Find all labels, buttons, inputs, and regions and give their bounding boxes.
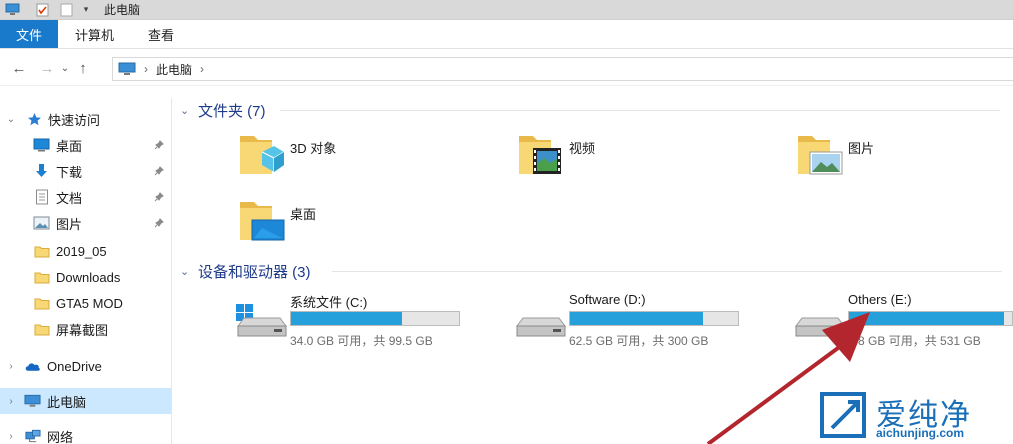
picture-icon bbox=[33, 216, 50, 231]
sidebar-item-label: OneDrive bbox=[47, 358, 102, 374]
this-pc-address-icon bbox=[118, 62, 136, 76]
title-bar: ▾ 此电脑 bbox=[0, 0, 1013, 20]
folder-videos[interactable]: 视频 bbox=[517, 132, 767, 188]
drive-c[interactable]: 系统文件 (C:) 34.0 GB 可用，共 99.5 GB bbox=[234, 292, 474, 348]
pin-icon[interactable] bbox=[153, 139, 165, 151]
sidebar-item-label: 网络 bbox=[47, 429, 74, 444]
breadcrumb-separator-icon[interactable]: › bbox=[144, 62, 148, 76]
desktop-icon bbox=[33, 138, 50, 153]
folders-group-header[interactable]: ⌄ 文件夹 (7) bbox=[180, 99, 266, 121]
hard-drive-icon bbox=[513, 304, 567, 340]
collapsed-chevron-icon[interactable]: › bbox=[6, 431, 16, 442]
videos-folder-icon bbox=[517, 132, 565, 180]
sidebar-item-network[interactable]: › 网络 bbox=[0, 423, 171, 444]
watermark-url: aichunjing.com bbox=[876, 426, 965, 440]
drive-name: Software (D:) bbox=[569, 292, 646, 307]
breadcrumb-chevron-icon[interactable]: › bbox=[200, 62, 204, 76]
folder-label: 视频 bbox=[569, 141, 596, 156]
sidebar-item-2019-05[interactable]: 2019_05 bbox=[0, 238, 171, 264]
watermark-logo: 爱纯净 aichunjing.com bbox=[818, 388, 1013, 444]
collapsed-chevron-icon[interactable]: › bbox=[6, 361, 16, 372]
tab-view[interactable]: 查看 bbox=[131, 20, 191, 48]
sidebar-item-desktop[interactable]: 桌面 bbox=[0, 132, 171, 158]
new-folder-icon[interactable] bbox=[58, 3, 74, 17]
folder-3d-objects[interactable]: 3D 对象 bbox=[238, 132, 488, 188]
drive-usage-fill bbox=[570, 312, 703, 325]
sidebar-item-downloads[interactable]: 下载 bbox=[0, 158, 171, 184]
breadcrumb-this-pc[interactable]: 此电脑 bbox=[156, 61, 192, 78]
customize-toolbar-icon[interactable]: ▾ bbox=[78, 3, 94, 17]
pin-icon[interactable] bbox=[153, 191, 165, 203]
sidebar-item-label: 2019_05 bbox=[56, 243, 107, 259]
watermark-emblem-icon bbox=[820, 392, 866, 438]
folder-label: 3D 对象 bbox=[290, 141, 337, 156]
sidebar-item-label: 屏幕截图 bbox=[56, 322, 109, 338]
folder-icon bbox=[33, 244, 50, 259]
group-divider bbox=[280, 110, 1000, 111]
ribbon-tabs: 文件 计算机 查看 bbox=[0, 20, 1013, 49]
desktop-folder-icon bbox=[238, 198, 286, 246]
pictures-folder-icon bbox=[796, 132, 844, 180]
sidebar-item-documents[interactable]: 文档 bbox=[0, 184, 171, 210]
properties-icon[interactable] bbox=[34, 3, 50, 17]
expanded-chevron-icon[interactable]: ⌄ bbox=[180, 265, 194, 278]
sidebar-item-label: 桌面 bbox=[56, 138, 83, 154]
quick-access-toolbar: ▾ bbox=[0, 0, 94, 20]
expanded-chevron-icon[interactable]: ⌄ bbox=[180, 104, 194, 117]
folder-label: 桌面 bbox=[290, 207, 317, 222]
sidebar-item-label: GTA5 MOD bbox=[56, 295, 123, 311]
group-header-label: 文件夹 (7) bbox=[198, 102, 266, 120]
tab-file[interactable]: 文件 bbox=[0, 20, 58, 48]
drive-name: 系统文件 (C:) bbox=[290, 295, 368, 310]
folder-label: 图片 bbox=[848, 141, 875, 156]
star-icon bbox=[26, 112, 43, 127]
address-bar[interactable]: › 此电脑 › bbox=[112, 57, 1013, 81]
this-pc-icon[interactable] bbox=[4, 3, 20, 17]
download-icon bbox=[33, 164, 50, 179]
windows-drive-icon bbox=[234, 304, 288, 340]
back-arrow-icon[interactable]: ← bbox=[8, 58, 30, 80]
sidebar-item-label: 图片 bbox=[56, 216, 83, 232]
sidebar-item-screenshots[interactable]: 屏幕截图 bbox=[0, 316, 171, 342]
sidebar-item-label: 文档 bbox=[56, 190, 83, 206]
navigation-pane: ⌄ 快速访问 桌面 下载 文档 图片 2019_05 Downloads GTA… bbox=[0, 98, 172, 444]
folder-pictures[interactable]: 图片 bbox=[796, 132, 1013, 188]
drive-usage-bar bbox=[290, 311, 460, 326]
navigation-bar: ← → ⌄ ↑ › 此电脑 › bbox=[0, 52, 1013, 86]
drive-usage-fill bbox=[291, 312, 402, 325]
sidebar-item-label: 下载 bbox=[56, 164, 83, 180]
expanded-chevron-icon[interactable]: ⌄ bbox=[6, 114, 16, 125]
collapsed-chevron-icon[interactable]: › bbox=[6, 396, 16, 407]
sidebar-item-label: 快速访问 bbox=[48, 112, 101, 128]
sidebar-item-downloads-folder[interactable]: Downloads bbox=[0, 264, 171, 290]
group-divider bbox=[332, 271, 1002, 272]
sidebar-item-quick-access[interactable]: ⌄ 快速访问 bbox=[0, 106, 171, 132]
up-arrow-icon[interactable]: ↑ bbox=[72, 58, 94, 80]
sidebar-item-label: Downloads bbox=[56, 269, 121, 285]
sidebar-item-pictures[interactable]: 图片 bbox=[0, 210, 171, 236]
folder-icon bbox=[33, 270, 50, 285]
pin-icon[interactable] bbox=[153, 217, 165, 229]
drives-group-header[interactable]: ⌄ 设备和驱动器 (3) bbox=[180, 260, 311, 282]
drive-free-space: 62.5 GB 可用，共 300 GB bbox=[569, 334, 709, 348]
folder-icon bbox=[33, 322, 50, 337]
group-header-label: 设备和驱动器 (3) bbox=[198, 263, 311, 281]
folder-icon bbox=[33, 296, 50, 311]
3d-objects-folder-icon bbox=[238, 132, 286, 180]
recent-locations-icon[interactable]: ⌄ bbox=[58, 58, 72, 80]
onedrive-cloud-icon bbox=[24, 359, 41, 374]
tab-computer[interactable]: 计算机 bbox=[58, 20, 131, 48]
folder-desktop[interactable]: 桌面 bbox=[238, 198, 488, 254]
this-pc-icon bbox=[24, 394, 41, 409]
sidebar-item-this-pc[interactable]: › 此电脑 bbox=[0, 388, 171, 414]
pin-icon[interactable] bbox=[153, 165, 165, 177]
sidebar-item-gta5-mod[interactable]: GTA5 MOD bbox=[0, 290, 171, 316]
network-icon bbox=[24, 429, 41, 444]
sidebar-item-label: 此电脑 bbox=[47, 394, 87, 410]
forward-arrow-icon[interactable]: → bbox=[36, 58, 58, 80]
drive-free-space: 34.0 GB 可用，共 99.5 GB bbox=[290, 334, 433, 348]
sidebar-item-onedrive[interactable]: › OneDrive bbox=[0, 353, 171, 379]
document-icon bbox=[33, 189, 50, 205]
window-title: 此电脑 bbox=[104, 3, 141, 17]
